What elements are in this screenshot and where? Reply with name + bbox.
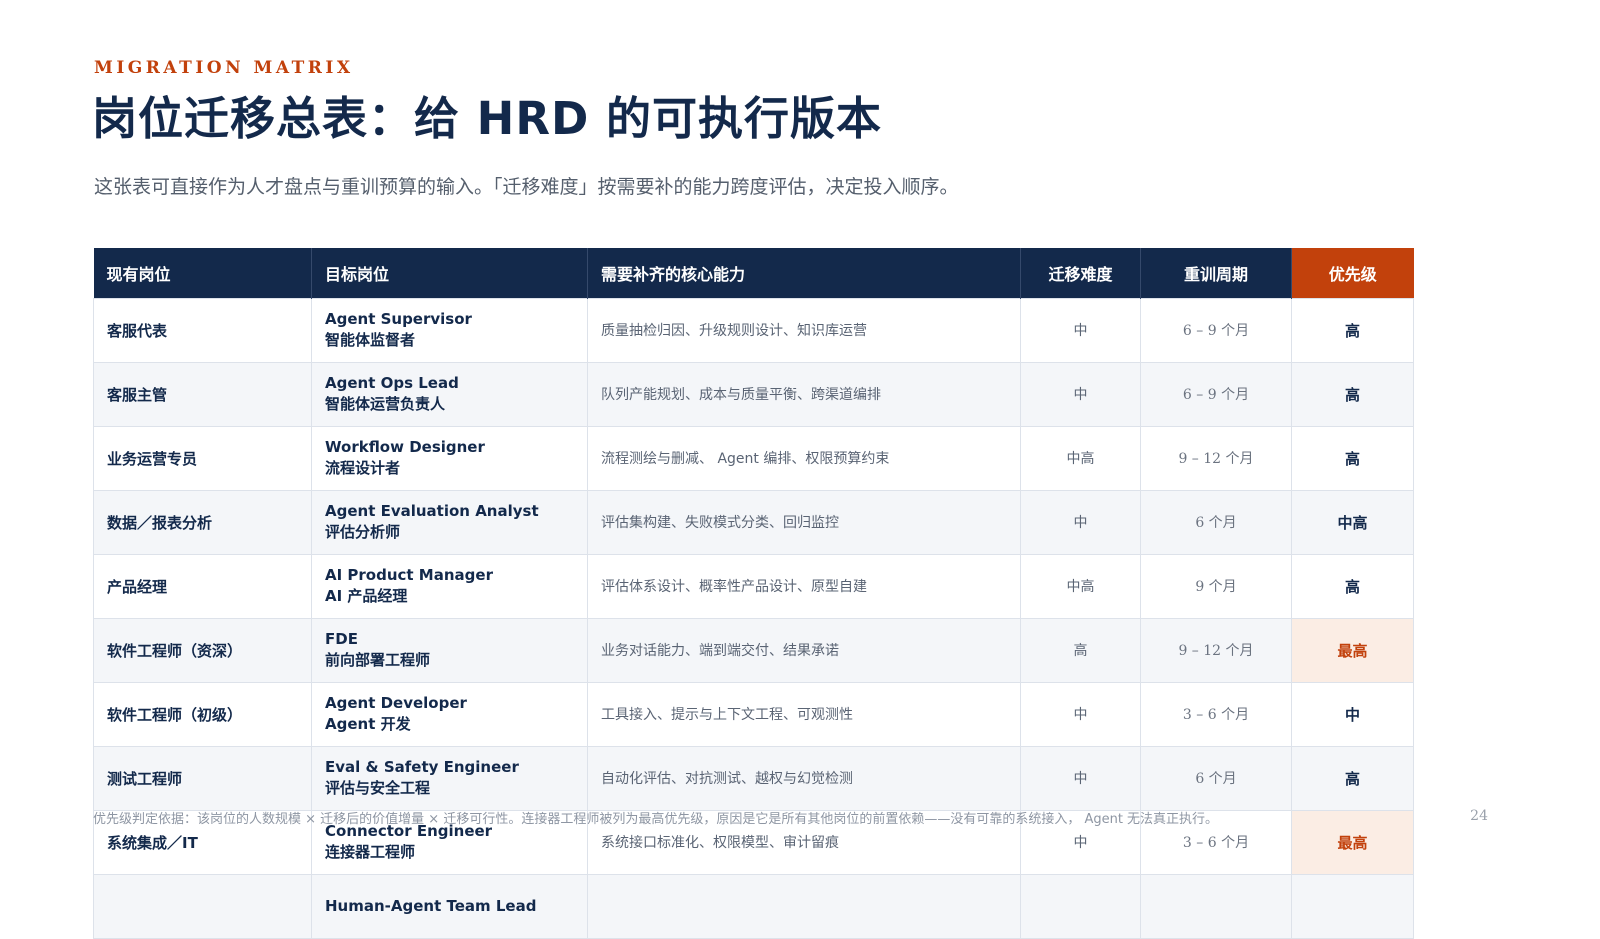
table-header-row: 现有岗位 目标岗位 需要补齐的核心能力 迁移难度 重训周期 优先级 — [93, 248, 1414, 298]
target-role-cell: Agent Ops Lead 智能体运营负责人 — [311, 361, 588, 427]
priority-cell: 高 — [1291, 297, 1414, 363]
current-role-cell: 软件工程师（初级） — [93, 681, 312, 747]
retrain-cycle-cell: 6 个月 — [1140, 745, 1292, 811]
priority-cell: 高 — [1291, 361, 1414, 427]
target-role-en: Agent Ops Lead — [325, 374, 459, 392]
core-skills-cell — [587, 873, 1021, 939]
target-role-zh: AI 产品经理 — [325, 587, 408, 605]
core-skills-cell: 工具接入、提示与上下文工程、可观测性 — [587, 681, 1021, 747]
target-role-cell: Agent Developer Agent 开发 — [311, 681, 588, 747]
retrain-cycle-cell: 3 – 6 个月 — [1140, 681, 1292, 747]
target-role-zh: 智能体运营负责人 — [325, 395, 446, 413]
page-title: 岗位迁移总表：给 HRD 的可执行版本 — [92, 92, 882, 145]
page-subtitle: 这张表可直接作为人才盘点与重训预算的输入。「迁移难度」按需要补的能力跨度评估，决… — [94, 176, 959, 198]
current-role-cell: 客服代表 — [93, 297, 312, 363]
page-number: 24 — [1470, 808, 1488, 824]
target-role-en: Agent Supervisor — [325, 310, 472, 328]
eyebrow-label: MIGRATION MATRIX — [94, 58, 354, 78]
current-role-cell: 业务运营专员 — [93, 425, 312, 491]
current-role-cell: 数据／报表分析 — [93, 489, 312, 555]
header-target-role: 目标岗位 — [311, 248, 588, 298]
current-role-cell: 客服主管 — [93, 361, 312, 427]
target-role-zh: 智能体监督者 — [325, 331, 416, 349]
table-row: 软件工程师（初级） Agent Developer Agent 开发 工具接入、提示与… — [93, 681, 1414, 747]
difficulty-cell: 中 — [1020, 489, 1141, 555]
current-role-cell: 软件工程师（资深） — [93, 617, 312, 683]
target-role-cell: Agent Evaluation Analyst 评估分析师 — [311, 489, 588, 555]
difficulty-cell — [1020, 873, 1141, 939]
target-role-cell: Workflow Designer 流程设计者 — [311, 425, 588, 491]
target-role-cell: Human-Agent Team Lead — [311, 873, 588, 939]
table-row: 业务运营专员 Workflow Designer 流程设计者 流程测绘与删减、 Age… — [93, 425, 1414, 491]
difficulty-cell: 中高 — [1020, 553, 1141, 619]
priority-cell: 高 — [1291, 745, 1414, 811]
difficulty-cell: 中 — [1020, 745, 1141, 811]
priority-cell: 高 — [1291, 425, 1414, 491]
header-core-skills: 需要补齐的核心能力 — [587, 248, 1021, 298]
target-role-en: Human-Agent Team Lead — [325, 896, 537, 915]
core-skills-cell: 质量抽检归因、升级规则设计、知识库运营 — [587, 297, 1021, 363]
table-row: 软件工程师（资深） FDE 前向部署工程师 业务对话能力、端到端交付、结果承诺高 9 –… — [93, 617, 1414, 683]
core-skills-cell: 业务对话能力、端到端交付、结果承诺 — [587, 617, 1021, 683]
retrain-cycle-cell: 6 – 9 个月 — [1140, 297, 1292, 363]
target-role-zh: 评估与安全工程 — [325, 779, 431, 797]
target-role-en: Eval & Safety Engineer — [325, 758, 519, 776]
difficulty-cell: 中高 — [1020, 425, 1141, 491]
footnote: 优先级判定依据：该岗位的人数规模 × 迁移后的价值增量 × 迁移可行性。连接器工… — [93, 812, 1219, 827]
target-role-cell: FDE 前向部署工程师 — [311, 617, 588, 683]
header-current-role: 现有岗位 — [93, 248, 312, 298]
priority-cell: 最高 — [1291, 809, 1414, 875]
table-row: Human-Agent Team Lead — [93, 873, 1414, 939]
retrain-cycle-cell: 9 个月 — [1140, 553, 1292, 619]
core-skills-cell: 评估集构建、失败模式分类、回归监控 — [587, 489, 1021, 555]
priority-cell: 高 — [1291, 553, 1414, 619]
difficulty-cell: 中 — [1020, 297, 1141, 363]
target-role-zh: 流程设计者 — [325, 459, 401, 477]
target-role-cell: AI Product Manager AI 产品经理 — [311, 553, 588, 619]
current-role-cell: 产品经理 — [93, 553, 312, 619]
core-skills-cell: 队列产能规划、成本与质量平衡、跨渠道编排 — [587, 361, 1021, 427]
current-role-cell — [93, 873, 312, 939]
header-retrain-cycle: 重训周期 — [1140, 248, 1292, 298]
priority-cell: 最高 — [1291, 617, 1414, 683]
retrain-cycle-cell: 9 – 12 个月 — [1140, 617, 1292, 683]
target-role-en: Agent Evaluation Analyst — [325, 502, 539, 520]
target-role-en: FDE — [325, 630, 358, 648]
core-skills-cell: 流程测绘与删减、 Agent 编排、权限预算约束 — [587, 425, 1021, 491]
target-role-zh: 评估分析师 — [325, 523, 401, 541]
retrain-cycle-cell: 6 个月 — [1140, 489, 1292, 555]
table-row: 产品经理 AI Product Manager AI 产品经理 评估体系设计、概率性产… — [93, 553, 1414, 619]
difficulty-cell: 高 — [1020, 617, 1141, 683]
migration-matrix-table: 现有岗位 目标岗位 需要补齐的核心能力 迁移难度 重训周期 优先级 客服代表 Ag… — [93, 248, 1414, 939]
target-role-en: Agent Developer — [325, 694, 467, 712]
target-role-en: Workflow Designer — [325, 438, 485, 456]
target-role-cell: Eval & Safety Engineer 评估与安全工程 — [311, 745, 588, 811]
difficulty-cell: 中 — [1020, 361, 1141, 427]
priority-cell — [1291, 873, 1414, 939]
table-row: 数据／报表分析 Agent Evaluation Analyst 评估分析师 评估集构… — [93, 489, 1414, 555]
retrain-cycle-cell: 9 – 12 个月 — [1140, 425, 1292, 491]
table-row: 客服代表 Agent Supervisor 智能体监督者 质量抽检归因、升级规则设计、… — [93, 297, 1414, 363]
priority-cell: 中高 — [1291, 489, 1414, 555]
table-row: 测试工程师 Eval & Safety Engineer 评估与安全工程 自动化评估、… — [93, 745, 1414, 811]
priority-cell: 中 — [1291, 681, 1414, 747]
target-role-zh: Agent 开发 — [325, 715, 411, 733]
header-difficulty: 迁移难度 — [1020, 248, 1141, 298]
target-role-cell: Agent Supervisor 智能体监督者 — [311, 297, 588, 363]
current-role-cell: 测试工程师 — [93, 745, 312, 811]
header-priority: 优先级 — [1291, 248, 1414, 298]
target-role-zh: 连接器工程师 — [325, 843, 416, 861]
core-skills-cell: 自动化评估、对抗测试、越权与幻觉检测 — [587, 745, 1021, 811]
difficulty-cell: 中 — [1020, 681, 1141, 747]
retrain-cycle-cell: 6 – 9 个月 — [1140, 361, 1292, 427]
core-skills-cell: 评估体系设计、概率性产品设计、原型自建 — [587, 553, 1021, 619]
table-row: 客服主管 Agent Ops Lead 智能体运营负责人 队列产能规划、成本与质量平衡… — [93, 361, 1414, 427]
target-role-zh: 前向部署工程师 — [325, 651, 431, 669]
retrain-cycle-cell — [1140, 873, 1292, 939]
target-role-en: AI Product Manager — [325, 566, 493, 584]
